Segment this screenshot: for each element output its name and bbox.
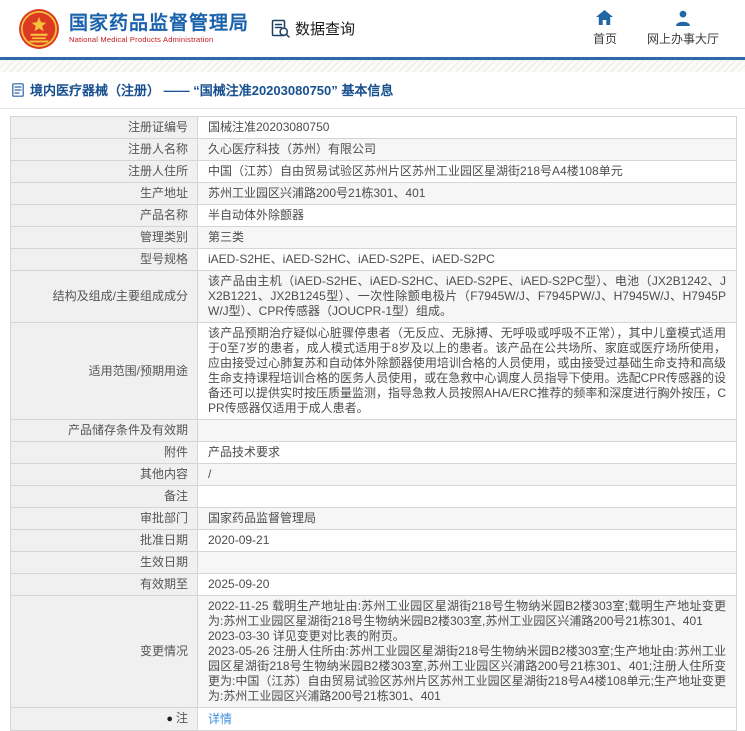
row-value xyxy=(198,486,737,508)
table-row: 附件产品技术要求 xyxy=(11,442,737,464)
site-subtitle: National Medical Products Administration xyxy=(69,35,249,45)
registration-info-table: 注册证编号国械注准20203080750注册人名称久心医疗科技（苏州）有限公司注… xyxy=(10,116,737,731)
note-dot-icon: ● xyxy=(166,713,173,725)
row-label: 产品名称 xyxy=(11,205,198,227)
row-label: 生产地址 xyxy=(11,183,198,205)
row-label: 注册人名称 xyxy=(11,139,198,161)
detail-link[interactable]: 详情 xyxy=(208,712,232,726)
row-value: 苏州工业园区兴浦路200号21栋301、401 xyxy=(198,183,737,205)
row-value: 该产品预期治疗疑似心脏骤停患者（无反应、无脉搏、无呼吸或呼吸不正常），其中儿童模… xyxy=(198,323,737,420)
row-value xyxy=(198,552,737,574)
row-value: 产品技术要求 xyxy=(198,442,737,464)
row-label: 结构及组成/主要组成成分 xyxy=(11,271,198,323)
row-label: 有效期至 xyxy=(11,574,198,596)
hatch-strip xyxy=(0,60,745,72)
table-row: 产品名称半自动体外除颤器 xyxy=(11,205,737,227)
row-label: 注册证编号 xyxy=(11,117,198,139)
row-label: 管理类别 xyxy=(11,227,198,249)
row-value: 2025-09-20 xyxy=(198,574,737,596)
table-row: 型号规格iAED-S2HE、iAED-S2HC、iAED-S2PE、iAED-S… xyxy=(11,249,737,271)
row-label: 附件 xyxy=(11,442,198,464)
row-value: 详情 xyxy=(198,708,737,731)
info-table-body: 注册证编号国械注准20203080750注册人名称久心医疗科技（苏州）有限公司注… xyxy=(11,117,737,731)
row-label: ●注 xyxy=(11,708,198,731)
row-value: 2022-11-25 载明生产地址由:苏州工业园区星湖街218号生物纳米园B2楼… xyxy=(198,596,737,708)
row-label: 注册人住所 xyxy=(11,161,198,183)
table-row: 审批部门国家药品监督管理局 xyxy=(11,508,737,530)
table-row: 管理类别第三类 xyxy=(11,227,737,249)
row-value: / xyxy=(198,464,737,486)
row-value: 第三类 xyxy=(198,227,737,249)
table-row: 有效期至2025-09-20 xyxy=(11,574,737,596)
row-label: 审批部门 xyxy=(11,508,198,530)
row-value: 国家药品监督管理局 xyxy=(198,508,737,530)
national-emblem-icon xyxy=(18,8,60,50)
top-nav: 首页 网上办事大厅 xyxy=(593,10,719,47)
site-title: 国家药品监督管理局 xyxy=(69,13,249,34)
table-row: 其他内容/ xyxy=(11,464,737,486)
row-label: 其他内容 xyxy=(11,464,198,486)
table-row: 变更情况2022-11-25 载明生产地址由:苏州工业园区星湖街218号生物纳米… xyxy=(11,596,737,708)
row-label: 备注 xyxy=(11,486,198,508)
row-value: 2020-09-21 xyxy=(198,530,737,552)
row-value xyxy=(198,420,737,442)
site-brand: 国家药品监督管理局 National Medical Products Admi… xyxy=(18,8,249,50)
row-label: 型号规格 xyxy=(11,249,198,271)
nav-label-service-hall: 网上办事大厅 xyxy=(647,30,719,47)
table-row: 注册证编号国械注准20203080750 xyxy=(11,117,737,139)
row-label: 产品储存条件及有效期 xyxy=(11,420,198,442)
table-row: 结构及组成/主要组成成分该产品由主机（iAED-S2HE、iAED-S2HC、i… xyxy=(11,271,737,323)
row-value: 该产品由主机（iAED-S2HE、iAED-S2HC、iAED-S2PE、iAE… xyxy=(198,271,737,323)
home-icon xyxy=(596,10,613,26)
row-value: 半自动体外除颤器 xyxy=(198,205,737,227)
nav-item-service-hall[interactable]: 网上办事大厅 xyxy=(647,10,719,47)
table-row: 注册人名称久心医疗科技（苏州）有限公司 xyxy=(11,139,737,161)
data-query-button[interactable]: 数据查询 xyxy=(271,18,355,39)
row-value: iAED-S2HE、iAED-S2HC、iAED-S2PE、iAED-S2PC xyxy=(198,249,737,271)
brand-text: 国家药品监督管理局 National Medical Products Admi… xyxy=(69,13,249,45)
row-label: 生效日期 xyxy=(11,552,198,574)
breadcrumb: 境内医疗器械（注册） —— “国械注准20203080750” 基本信息 xyxy=(0,72,745,109)
row-label: 适用范围/预期用途 xyxy=(11,323,198,420)
table-row: 产品储存条件及有效期 xyxy=(11,420,737,442)
table-row: 批准日期2020-09-21 xyxy=(11,530,737,552)
data-query-label: 数据查询 xyxy=(295,18,355,39)
table-row: 生产地址苏州工业园区兴浦路200号21栋301、401 xyxy=(11,183,737,205)
row-value: 中国（江苏）自由贸易试验区苏州片区苏州工业园区星湖街218号A4楼108单元 xyxy=(198,161,737,183)
row-value: 国械注准20203080750 xyxy=(198,117,737,139)
row-value: 久心医疗科技（苏州）有限公司 xyxy=(198,139,737,161)
nav-label-home: 首页 xyxy=(593,30,617,47)
row-label: 变更情况 xyxy=(11,596,198,708)
doc-search-icon xyxy=(271,19,290,38)
table-row: ●注详情 xyxy=(11,708,737,731)
nav-item-home[interactable]: 首页 xyxy=(593,10,617,47)
table-row: 注册人住所中国（江苏）自由贸易试验区苏州片区苏州工业园区星湖街218号A4楼10… xyxy=(11,161,737,183)
table-row: 备注 xyxy=(11,486,737,508)
table-row: 生效日期 xyxy=(11,552,737,574)
person-icon xyxy=(675,10,691,26)
row-label: 批准日期 xyxy=(11,530,198,552)
document-icon xyxy=(12,83,24,97)
table-row: 适用范围/预期用途该产品预期治疗疑似心脏骤停患者（无反应、无脉搏、无呼吸或呼吸不… xyxy=(11,323,737,420)
page-title: 境内医疗器械（注册） —— “国械注准20203080750” 基本信息 xyxy=(30,80,393,99)
site-header: 国家药品监督管理局 National Medical Products Admi… xyxy=(0,0,745,57)
